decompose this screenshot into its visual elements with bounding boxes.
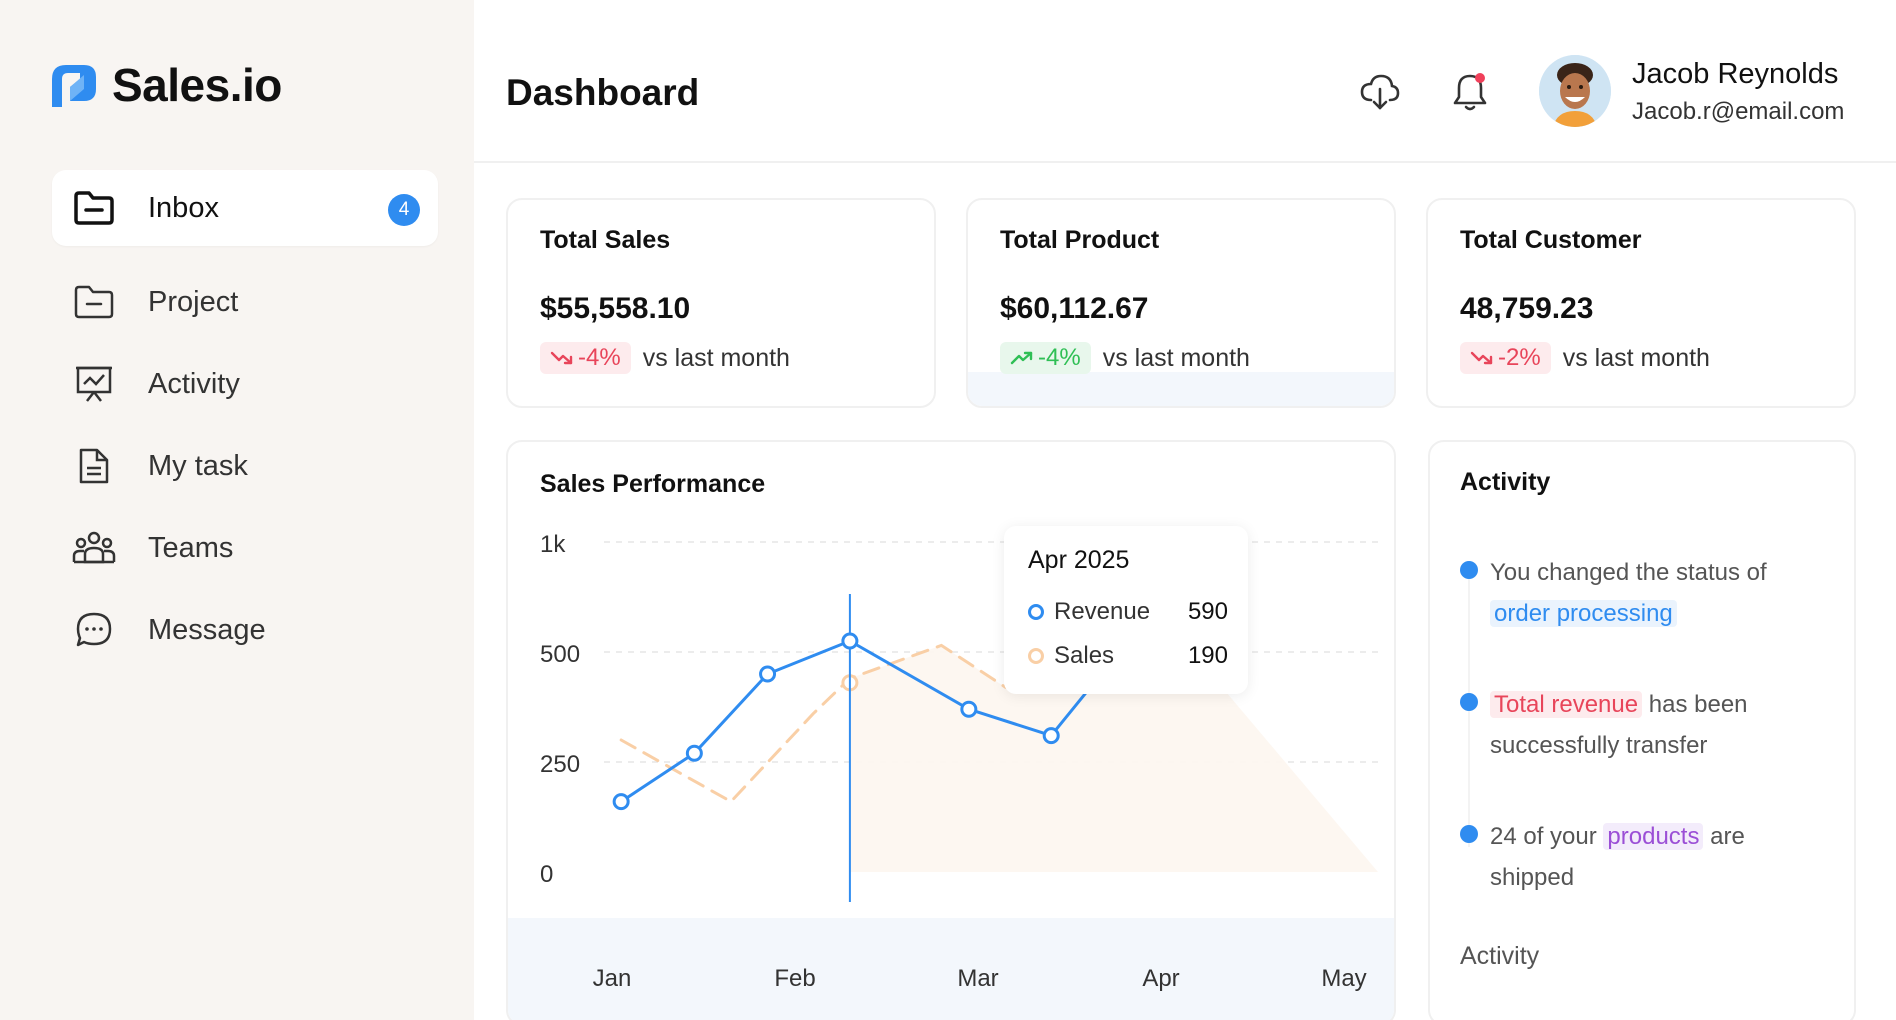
- revenue-point: [841, 632, 859, 650]
- tooltip-label: Sales: [1054, 642, 1115, 669]
- inbox-folder-icon: [70, 184, 118, 232]
- tooltip-value: 190: [1187, 642, 1228, 669]
- revenue-legend-dot: [1028, 604, 1044, 620]
- activity-text: Total revenue has been successfully tran…: [1490, 691, 1748, 759]
- y-tick-label: 500: [540, 641, 580, 668]
- logo-icon: [52, 65, 96, 107]
- app-name: Sales.io: [112, 59, 282, 111]
- stat-value: $55,558.10: [540, 292, 691, 325]
- x-tick-label: Jan: [593, 965, 632, 992]
- presentation-chart-icon: [70, 360, 118, 408]
- sidebar-item-label: Activity: [148, 367, 240, 400]
- activity-highlight[interactable]: products: [1603, 823, 1704, 850]
- sales-performance-card: Sales Performance 0 250 500 1k Jan Feb Mar Apr M…: [506, 440, 1396, 1020]
- folder-icon: [70, 278, 118, 326]
- stat-value: 48,759.23: [1460, 292, 1594, 325]
- sales-performance-chart[interactable]: 02505001kJanFebMarAprMayJun: [508, 442, 1396, 1020]
- change-suffix: vs last month: [1562, 343, 1710, 372]
- revenue-point: [960, 700, 978, 718]
- activity-footer: Activity: [1460, 942, 1540, 970]
- stat-change: -4% vs last month: [1000, 342, 1250, 374]
- stat-value: $60,112.67: [1000, 292, 1149, 325]
- stat-title: Total Sales: [540, 226, 671, 254]
- sidebar-item-my-task[interactable]: My task: [52, 428, 438, 504]
- header: Dashboard Jacob Reynolds Jacob.r@email.c…: [474, 0, 1896, 163]
- document-icon: [70, 442, 118, 490]
- change-value: -4%: [1038, 344, 1081, 371]
- stat-card-total-sales: Total Sales $55,558.10 -4% vs last month: [506, 198, 936, 408]
- change-value: -2%: [1498, 344, 1541, 371]
- chart-x-band: [508, 918, 1394, 1020]
- notifications-button[interactable]: [1448, 70, 1492, 114]
- trend-down-icon: [1470, 351, 1493, 365]
- stat-change: -2% vs last month: [1460, 342, 1710, 374]
- y-tick-label: 250: [540, 751, 580, 778]
- activity-title: Activity: [1460, 468, 1551, 496]
- sidebar-item-message[interactable]: Message: [52, 592, 438, 668]
- activity-card: Activity You changed the status of order…: [1428, 440, 1856, 1020]
- cloud-download-icon: [1360, 74, 1400, 110]
- avatar[interactable]: [1539, 55, 1611, 127]
- sidebar: Sales.io Inbox 4 Project Activity My tas…: [0, 0, 474, 1020]
- change-suffix: vs last month: [642, 343, 790, 372]
- change-badge: -4%: [1000, 342, 1091, 374]
- user-email: Jacob.r@email.com: [1632, 98, 1845, 125]
- sidebar-item-inbox[interactable]: Inbox 4: [52, 170, 438, 246]
- trend-up-icon: [1010, 351, 1033, 365]
- sidebar-item-activity[interactable]: Activity: [52, 346, 438, 422]
- stat-card-total-product: Total Product $60,112.67 -4% vs last mon…: [966, 198, 1396, 408]
- stat-change: -4% vs last month: [540, 342, 790, 374]
- chart-tooltip: Apr 2025 Revenue 590 Sales 190: [1004, 526, 1248, 694]
- y-tick-label: 0: [540, 861, 553, 888]
- revenue-point: [1042, 727, 1060, 745]
- team-icon: [70, 524, 118, 572]
- activity-dot: [1460, 825, 1478, 843]
- activity-highlight[interactable]: order processing: [1490, 600, 1677, 627]
- activity-highlight[interactable]: Total revenue: [1490, 691, 1643, 718]
- page-title: Dashboard: [506, 72, 700, 113]
- change-value: -4%: [578, 344, 621, 371]
- activity-text: 24 of your products are shipped: [1490, 823, 1745, 891]
- stat-title: Total Customer: [1460, 226, 1642, 254]
- trend-down-icon: [550, 351, 573, 365]
- sidebar-item-teams[interactable]: Teams: [52, 510, 438, 586]
- sidebar-item-label: My task: [148, 449, 248, 482]
- change-suffix: vs last month: [1102, 343, 1250, 372]
- download-cloud-button[interactable]: [1358, 70, 1402, 114]
- x-tick-label: May: [1321, 965, 1366, 992]
- user-name: Jacob Reynolds: [1632, 58, 1839, 90]
- sidebar-item-label: Message: [148, 613, 266, 646]
- sidebar-item-label: Project: [148, 285, 239, 318]
- x-tick-label: Apr: [1142, 965, 1179, 992]
- chat-bubble-icon: [70, 606, 118, 654]
- stat-title: Total Product: [1000, 226, 1160, 254]
- tooltip-label: Revenue: [1054, 598, 1151, 625]
- activity-dot: [1460, 561, 1478, 579]
- activity-dot: [1460, 693, 1478, 711]
- inbox-count-badge: 4: [388, 194, 420, 226]
- x-tick-label: Feb: [774, 965, 815, 992]
- sidebar-item-label: Inbox: [148, 191, 219, 224]
- y-tick-label: 1k: [540, 531, 566, 558]
- tooltip-value: 590: [1187, 598, 1228, 625]
- stat-card-total-customer: Total Customer 48,759.23 -2% vs last mon…: [1426, 198, 1856, 408]
- revenue-point: [759, 665, 777, 683]
- change-badge: -2%: [1460, 342, 1551, 374]
- revenue-point: [612, 793, 630, 811]
- sales-legend-dot: [1028, 648, 1044, 664]
- change-badge: -4%: [540, 342, 631, 374]
- tooltip-row-revenue: Revenue 590: [1028, 598, 1228, 626]
- bell-icon: [1453, 73, 1487, 111]
- sidebar-item-label: Teams: [148, 531, 234, 564]
- logo[interactable]: Sales.io: [48, 58, 282, 112]
- tooltip-title: Apr 2025: [1028, 546, 1130, 574]
- revenue-point: [685, 744, 703, 762]
- x-tick-label: Mar: [957, 965, 998, 992]
- sidebar-item-project[interactable]: Project: [52, 264, 438, 340]
- tooltip-row-sales: Sales 190: [1028, 642, 1228, 670]
- activity-text: You changed the status of order processi…: [1490, 559, 1767, 627]
